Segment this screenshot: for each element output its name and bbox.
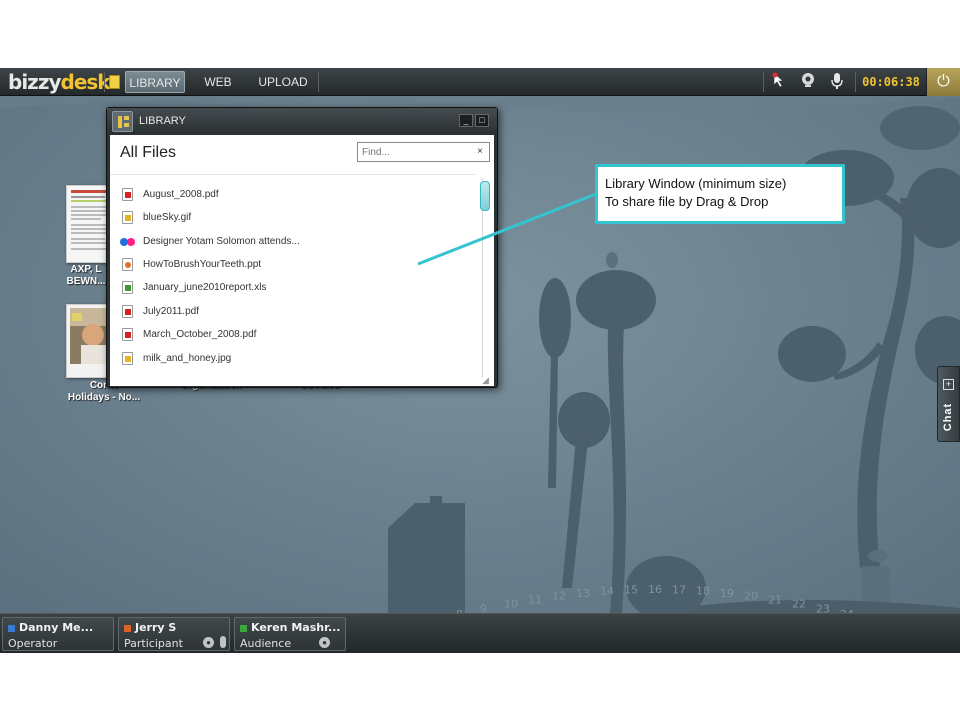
webcam-icon[interactable] [797, 72, 819, 92]
pointer-icon[interactable] [768, 72, 790, 92]
desktop-item-label-line2: BEWN... [66, 276, 106, 287]
file-row[interactable]: March_October_2008.pdf [120, 325, 460, 345]
participant-status-indicator [8, 625, 15, 632]
wallpaper-number: 19 [720, 587, 734, 600]
chat-tab[interactable]: + Chat [937, 366, 960, 442]
wallpaper-number: 21 [768, 593, 782, 606]
minimize-button[interactable]: _ [459, 114, 473, 127]
logo-text: bizzy [8, 70, 61, 94]
wallpaper-number: 15 [624, 583, 638, 596]
minimize-icon: _ [463, 115, 469, 125]
top-toolbar: bizzydesk LIBRARY WEB UPLOAD 00:06:38 ⏻ [0, 68, 960, 96]
library-icon [112, 111, 133, 132]
file-row[interactable]: July2011.pdf [120, 302, 460, 322]
file-row[interactable]: blueSky.gif [120, 208, 460, 228]
participant-status-indicator [240, 625, 247, 632]
callout-annotation: Library Window (minimum size) To share f… [595, 164, 845, 224]
wallpaper-number: 10 [504, 598, 518, 611]
flickr-icon [120, 238, 136, 246]
maximize-icon: □ [479, 115, 485, 125]
image-file-icon [122, 211, 133, 224]
expand-chat-icon[interactable]: + [943, 379, 954, 390]
file-name: blueSky.gif [143, 212, 192, 223]
file-row[interactable]: Designer Yotam Solomon attends... [120, 232, 460, 252]
close-icon: × [477, 146, 483, 157]
participant-name: Keren Mashr... [251, 621, 341, 634]
file-name: Designer Yotam Solomon attends... [143, 236, 300, 247]
participant-name: Danny Me... [19, 621, 94, 634]
participant-role: Audience [240, 637, 292, 650]
library-window[interactable]: LIBRARY _ □ All Files × August_2008.pdf … [106, 107, 498, 388]
resize-grip-icon[interactable]: ◢ [482, 375, 492, 385]
wallpaper-number: 17 [672, 583, 686, 596]
file-row[interactable]: HowToBrushYourTeeth.ppt [120, 255, 460, 275]
callout-line2: To share file by Drag & Drop [605, 194, 769, 209]
wallpaper-number: 13 [576, 587, 590, 600]
wallpaper-number: 22 [792, 598, 806, 611]
participant-name: Jerry S [135, 621, 177, 634]
wallpaper-number: 14 [600, 585, 614, 598]
maximize-button[interactable]: □ [475, 114, 489, 127]
ppt-file-icon [122, 258, 133, 271]
tab-upload[interactable]: UPLOAD [254, 71, 312, 93]
file-row[interactable]: August_2008.pdf [120, 185, 460, 205]
document-icon[interactable] [109, 75, 120, 89]
tab-web[interactable]: WEB [196, 71, 240, 93]
callout-line1: Library Window (minimum size) [605, 176, 787, 191]
find-input[interactable] [357, 142, 490, 162]
desktop-item-label-line2: Holidays - No... [67, 392, 141, 403]
clear-search-button[interactable]: × [474, 144, 486, 160]
file-name: HowToBrushYourTeeth.ppt [143, 259, 262, 270]
participant-status-indicator [124, 625, 131, 632]
webcam-icon[interactable]: ● [203, 637, 214, 648]
wallpaper-number: 20 [744, 590, 758, 603]
wallpaper-number: 16 [648, 583, 662, 596]
file-name: August_2008.pdf [143, 189, 219, 200]
file-row[interactable]: January_june2010report.xls [120, 278, 460, 298]
participant-card[interactable]: Keren Mashr... Audience ● [234, 617, 346, 651]
scrollbar-thumb[interactable] [480, 181, 490, 211]
desktop-item-label: AXP, L BEWN... [60, 264, 112, 288]
file-name: July2011.pdf [143, 306, 199, 317]
participant-card[interactable]: Danny Me... Operator [2, 617, 114, 651]
library-window-titlebar[interactable]: LIBRARY _ □ [107, 108, 497, 135]
file-name: milk_and_honey.jpg [143, 353, 232, 364]
wallpaper-number: 12 [552, 590, 566, 603]
file-name: January_june2010report.xls [143, 282, 267, 293]
file-row[interactable]: milk_and_honey.jpg [120, 349, 460, 369]
webcam-icon[interactable]: ● [319, 637, 330, 648]
wallpaper-number: 18 [696, 585, 710, 598]
desktop-item-label-line1: AXP, L [70, 264, 102, 275]
microphone-icon[interactable] [220, 636, 226, 648]
toolbar-separator [855, 72, 856, 92]
xls-file-icon [122, 281, 133, 294]
library-window-title: LIBRARY [139, 115, 186, 127]
participant-role: Participant [124, 637, 183, 650]
file-list: August_2008.pdf blueSky.gif Designer Yot… [110, 174, 476, 379]
library-heading: All Files [120, 144, 177, 161]
library-window-body: All Files × August_2008.pdf blueSky.gif [110, 135, 494, 386]
toolbar-separator [318, 72, 319, 92]
session-timer: 00:06:38 [862, 75, 920, 89]
image-file-icon [122, 352, 133, 365]
wallpaper-number: 11 [528, 593, 542, 606]
participant-card[interactable]: Jerry S Participant ● [118, 617, 230, 651]
chat-label: Chat [942, 402, 954, 432]
tab-library[interactable]: LIBRARY [125, 71, 185, 93]
bizzydesk-app: 2567891011121314151617181920212223242526… [0, 68, 960, 653]
pdf-file-icon [122, 328, 133, 341]
microphone-icon[interactable] [826, 72, 848, 92]
participant-role: Operator [8, 637, 58, 650]
participants-bar: Danny Me... Operator Jerry S Participant… [0, 613, 960, 653]
pdf-file-icon [122, 188, 133, 201]
toolbar-separator [763, 72, 764, 92]
pdf-file-icon [122, 305, 133, 318]
power-icon: ⏻ [937, 73, 950, 90]
power-button[interactable]: ⏻ [926, 68, 960, 96]
toolbar-separator [104, 72, 105, 92]
logo-accent-text: desk [60, 70, 111, 94]
bizzydesk-logo: bizzydesk [8, 70, 111, 94]
file-name: March_October_2008.pdf [143, 329, 257, 340]
